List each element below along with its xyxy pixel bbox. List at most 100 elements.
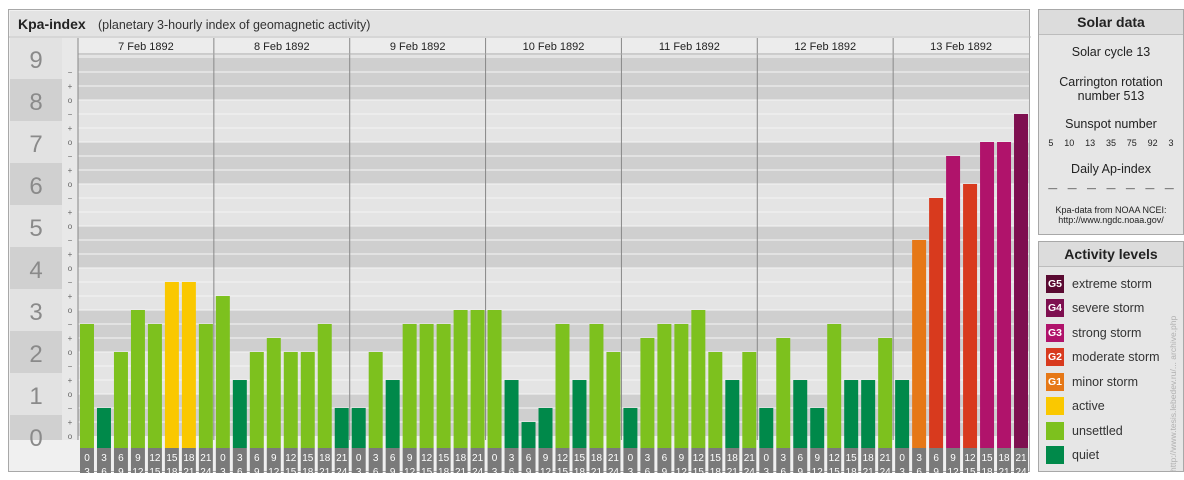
interval-end-label: 15 (965, 467, 977, 473)
y-minor-tick: − (68, 278, 73, 287)
y-minor-tick: o (68, 180, 73, 189)
interval-start-label: 15 (166, 453, 178, 464)
interval-end-label: 3 (899, 467, 905, 473)
data-source-line1: Kpa-data from NOAA NCEI: (1055, 205, 1167, 215)
kp-bar (1014, 113, 1028, 449)
kp-bar (487, 310, 502, 448)
interval-end-label: 21 (455, 467, 467, 473)
interval-start-label: 21 (1015, 453, 1027, 464)
kp-bar (827, 323, 842, 448)
interval-end-label: 12 (404, 467, 416, 473)
kp-bar (963, 184, 978, 448)
kpa-chart: 0123456789o+−o+−o+−o+−o+−o+−o+−o+−o+−7 F… (9, 11, 1031, 473)
legend-label: unsettled (1072, 424, 1123, 438)
interval-start-label: 18 (863, 453, 875, 464)
interval-start-label: 9 (543, 453, 549, 464)
legend-swatch (1046, 397, 1064, 415)
interval-start-label: 21 (744, 453, 756, 464)
y-minor-tick: o (68, 348, 73, 357)
legend-item-g1: G1 minor storm (1046, 372, 1138, 392)
legend-label: strong storm (1072, 326, 1142, 340)
sunspot-value: 75 (1126, 138, 1137, 148)
interval-start-label: 0 (763, 453, 769, 464)
interval-start-label: 15 (981, 453, 993, 464)
y-minor-tick: o (68, 138, 73, 147)
interval-start-label: 0 (628, 453, 634, 464)
kp-bar (504, 380, 519, 448)
interval-end-label: 9 (254, 467, 260, 473)
interval-end-label: 18 (166, 467, 178, 473)
day-label: 10 Feb 1892 (523, 41, 585, 53)
interval-end-label: 6 (509, 467, 515, 473)
activity-levels-panel: Activity levels G5 extreme storm G4 seve… (1038, 241, 1184, 472)
interval-end-label: 9 (526, 467, 532, 473)
interval-end-label: 18 (302, 467, 314, 473)
y-tick-label: 8 (29, 89, 42, 116)
kp-bar (232, 380, 247, 448)
interval-end-label: 24 (608, 467, 620, 473)
interval-start-label: 3 (645, 453, 651, 464)
y-minor-tick: + (68, 208, 73, 217)
legend-badge: G5 (1047, 278, 1062, 290)
interval-end-label: 24 (200, 467, 212, 473)
kpa-chart-panel: 0 1 2 3 4 5 6 7 8 9 o + − o + − o + − o + − o + − o + − o + − o + − o + −7 F… (8, 9, 1031, 473)
interval-end-label: 12 (132, 467, 144, 473)
kp-bar (300, 352, 315, 448)
kp-bar (640, 338, 655, 448)
y-minor-tick: − (68, 236, 73, 245)
y-tick-label: 6 (29, 173, 42, 200)
solar-data-title: Solar data (1039, 10, 1183, 35)
interval-end-label: 15 (829, 467, 841, 473)
data-source-link[interactable]: http://www.ngdc.noaa.gov/ (1039, 215, 1183, 225)
y-minor-tick: o (68, 222, 73, 231)
legend-label: active (1072, 399, 1105, 413)
legend-badge: G1 (1047, 376, 1062, 388)
kp-bar (538, 407, 553, 448)
interval-start-label: 15 (710, 453, 722, 464)
kp-bar (385, 380, 400, 448)
kp-bar (844, 380, 859, 448)
kp-bar (895, 380, 910, 448)
interval-end-label: 12 (676, 467, 688, 473)
interval-start-label: 18 (727, 453, 739, 464)
interval-start-label: 9 (950, 453, 956, 464)
kp-band (78, 184, 1029, 226)
interval-start-label: 6 (662, 453, 668, 464)
y-minor-tick: − (68, 404, 73, 413)
interval-start-label: 0 (356, 453, 362, 464)
interval-start-label: 18 (998, 453, 1010, 464)
interval-end-label: 15 (285, 467, 297, 473)
kp-bar (572, 380, 587, 448)
day-label: 12 Feb 1892 (794, 41, 856, 53)
kp-bar (555, 323, 570, 448)
interval-start-label: 6 (118, 453, 124, 464)
kp-band (78, 55, 1029, 58)
ap-value: — (1145, 183, 1155, 193)
kp-bar (113, 352, 128, 448)
y-minor-tick: o (68, 306, 73, 315)
interval-start-label: 15 (574, 453, 586, 464)
kp-bar (368, 352, 383, 448)
interval-start-label: 0 (220, 453, 226, 464)
interval-end-label: 24 (880, 467, 892, 473)
interval-start-label: 3 (509, 453, 515, 464)
interval-end-label: 21 (319, 467, 331, 473)
interval-start-label: 15 (438, 453, 450, 464)
interval-end-label: 15 (557, 467, 569, 473)
interval-start-label: 12 (965, 453, 977, 464)
ap-value: — (1067, 183, 1077, 193)
interval-start-label: 12 (421, 453, 433, 464)
interval-end-label: 3 (628, 467, 634, 473)
y-minor-tick: + (68, 376, 73, 385)
interval-start-label: 12 (557, 453, 569, 464)
interval-start-label: 12 (693, 453, 705, 464)
legend-swatch: G1 (1046, 373, 1064, 391)
kp-bar (776, 338, 791, 448)
interval-start-label: 21 (880, 453, 892, 464)
kp-band (78, 142, 1029, 184)
kp-bar (861, 380, 876, 448)
interval-start-label: 0 (899, 453, 905, 464)
kp-bar (80, 323, 94, 448)
kp-bar (606, 352, 621, 448)
legend-badge: G4 (1047, 302, 1062, 314)
